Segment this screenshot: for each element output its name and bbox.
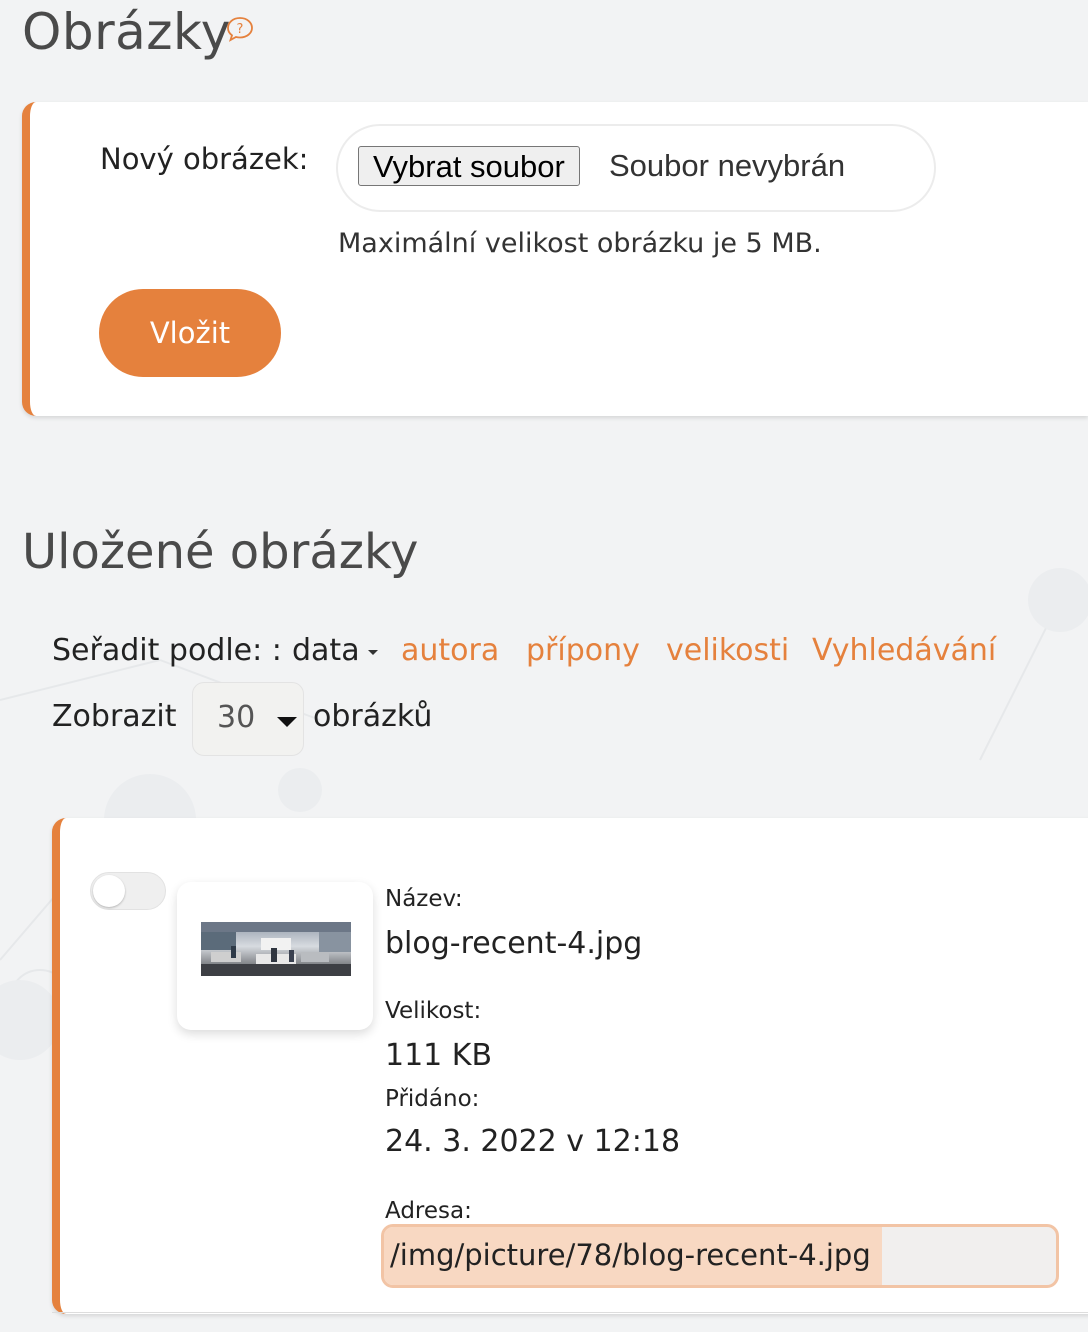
size-label: Velikost: bbox=[385, 998, 482, 1024]
divider bbox=[52, 1312, 1088, 1313]
image-added-date: 24. 3. 2022 v 12:18 bbox=[385, 1124, 681, 1159]
max-size-note: Maximální velikost obrázku je 5 MB. bbox=[338, 228, 822, 259]
thumbnail-image bbox=[201, 922, 351, 976]
show-suffix: obrázků bbox=[313, 699, 433, 734]
saved-images-title: Uložené obrázky bbox=[22, 524, 419, 580]
name-label: Název: bbox=[385, 886, 463, 912]
sort-by-author-link[interactable]: autora bbox=[401, 630, 499, 672]
per-page-value: 30 bbox=[217, 700, 256, 735]
image-address: /img/picture/78/blog-recent-4.jpg bbox=[390, 1238, 871, 1272]
page-title: Obrázky bbox=[22, 3, 231, 61]
sort-caret-icon bbox=[368, 650, 378, 655]
new-image-label: Nový obrázek: bbox=[100, 142, 309, 176]
show-label: Zobrazit bbox=[52, 699, 177, 734]
image-item-card: Název: blog-recent-4.jpg Velikost: 111 K… bbox=[52, 818, 1088, 1314]
select-toggle[interactable] bbox=[90, 872, 166, 910]
address-label: Adresa: bbox=[385, 1198, 472, 1224]
chevron-down-icon bbox=[277, 717, 297, 727]
per-page-select[interactable]: 30 bbox=[192, 682, 304, 756]
help-bubble-icon[interactable]: ? bbox=[226, 16, 254, 42]
svg-text:?: ? bbox=[237, 22, 244, 37]
choose-file-button[interactable]: Vybrat soubor bbox=[358, 146, 580, 186]
image-thumbnail[interactable] bbox=[177, 882, 373, 1030]
image-size: 111 KB bbox=[385, 1038, 493, 1073]
sort-by-size-link[interactable]: velikosti bbox=[666, 630, 789, 672]
search-link[interactable]: Vyhledávání bbox=[812, 630, 996, 672]
sort-by-extension-link[interactable]: přípony bbox=[526, 630, 640, 672]
upload-card: Nový obrázek: Vybrat soubor Soubor nevyb… bbox=[22, 102, 1088, 416]
sort-current-date[interactable]: data bbox=[292, 630, 360, 672]
image-name: blog-recent-4.jpg bbox=[385, 926, 643, 961]
file-input[interactable]: Vybrat soubor Soubor nevybrán bbox=[336, 124, 936, 212]
file-status-text: Soubor nevybrán bbox=[609, 148, 846, 183]
insert-button[interactable]: Vložit bbox=[99, 289, 281, 377]
added-label: Přidáno: bbox=[385, 1086, 480, 1112]
sort-label: Seřadit podle: : bbox=[52, 633, 282, 668]
toggle-knob bbox=[93, 875, 125, 907]
address-field[interactable]: /img/picture/78/blog-recent-4.jpg bbox=[381, 1224, 1059, 1288]
